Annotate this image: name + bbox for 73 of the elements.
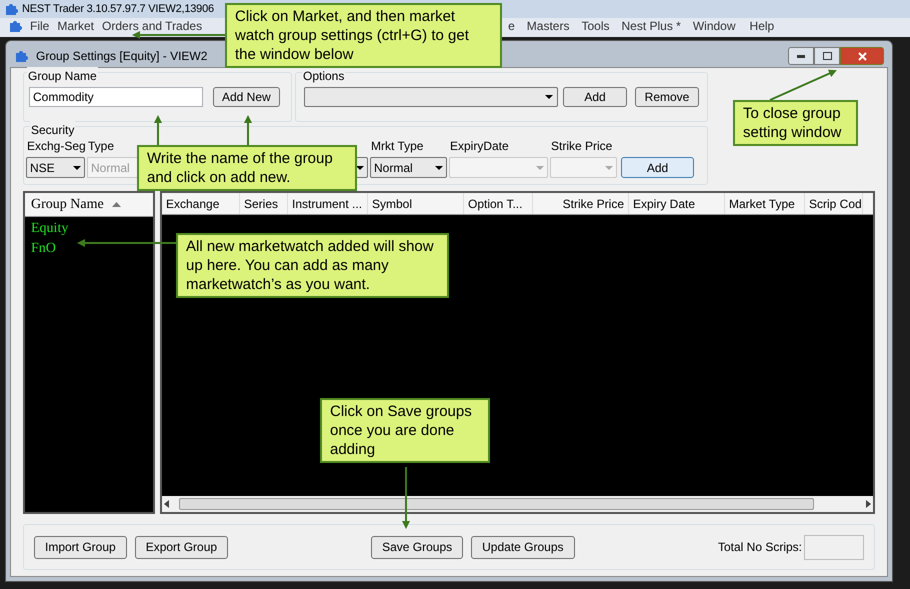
export-group-button[interactable]: Export Group (134, 536, 228, 558)
total-scrips-label: Total No Scrips: (718, 539, 802, 556)
field-label: ExpiryDate (449, 138, 510, 155)
field-label: Type (87, 138, 116, 155)
dropdown-arrow-icon (356, 166, 364, 170)
dropdown-field[interactable]: NSE (26, 157, 85, 178)
close-button[interactable] (840, 47, 884, 65)
add-new-button[interactable]: Add New (213, 87, 280, 107)
puzzle-icon (8, 19, 22, 33)
field-label: Strike Price (550, 138, 614, 155)
import-group-button[interactable]: Import Group (34, 536, 127, 558)
update-groups-button[interactable]: Update Groups (471, 536, 575, 558)
minimize-button[interactable] (788, 47, 814, 65)
column-header[interactable]: Exchange (162, 193, 240, 214)
scroll-left-icon (164, 500, 169, 508)
column-header[interactable]: Option T... (464, 193, 533, 214)
maximize-icon (822, 52, 832, 60)
dropdown-field[interactable]: Normal (370, 157, 447, 178)
column-header[interactable]: Market Type (725, 193, 805, 214)
sort-ascending-icon (112, 202, 121, 207)
dropdown-arrow-icon (605, 166, 613, 170)
menu-item[interactable]: File (30, 19, 50, 34)
callout-tooltip: Click on Save groups once you are done adding (320, 398, 490, 463)
callout-tooltip: To close group setting window (733, 100, 858, 146)
group-list-item[interactable]: Equity (31, 219, 68, 239)
group-list-item[interactable]: FnO (31, 239, 56, 259)
scrollbar-thumb[interactable] (179, 498, 814, 510)
column-header[interactable]: Instrument ... (288, 193, 368, 214)
remove-button[interactable]: Remove (635, 87, 699, 107)
column-header[interactable]: Symbol (368, 193, 464, 214)
column-header[interactable]: Expiry Date (629, 193, 725, 214)
options-dropdown[interactable] (304, 87, 558, 107)
arrow (244, 115, 252, 145)
menu-item[interactable]: Nest Plus * (621, 19, 681, 34)
column-header[interactable]: Series (240, 193, 288, 214)
field-label: Exchg-Seg (26, 138, 85, 155)
group-list-header[interactable]: Group Name (25, 193, 153, 217)
callout-tooltip: Click on Market, and then market watch group settings (ctrl+G) to get the window below (225, 3, 502, 68)
menu-item[interactable]: Tools (581, 19, 610, 34)
arrow (770, 70, 837, 101)
callout-tooltip: Write the name of the group and click on add new. (137, 145, 357, 191)
puzzle-icon (4, 2, 18, 16)
menu-item[interactable]: Window (692, 19, 736, 34)
menu-item[interactable]: Orders and Trades (102, 19, 202, 34)
field-label: Mrkt Type (370, 138, 424, 155)
dropdown-arrow-icon (435, 166, 443, 170)
group-name-field[interactable]: Commodity (29, 87, 203, 107)
total-scrips-field[interactable] (804, 534, 864, 560)
column-header[interactable]: Strike Price (533, 193, 629, 214)
puzzle-icon (14, 49, 28, 63)
window-title: Group Settings [Equity] - VIEW2 (36, 48, 208, 65)
dropdown-arrow-icon (536, 166, 544, 170)
menu-item[interactable]: e (508, 19, 515, 34)
dropdown-arrow-icon (73, 166, 81, 170)
callout-tooltip: All new marketwatch added will show up here. You can add as many marketwatch’s as you want. (176, 233, 449, 298)
scroll-right-icon (866, 500, 871, 508)
arrow (154, 115, 162, 145)
menu-item[interactable]: Masters (526, 19, 570, 34)
group-name-label: Group Name (27, 67, 98, 85)
maximize-button[interactable] (814, 47, 840, 65)
add-button[interactable]: Add (563, 87, 627, 107)
menu-item[interactable]: Help (750, 19, 774, 34)
add-button[interactable]: Add (621, 157, 694, 178)
minimize-icon (797, 54, 805, 58)
arrow (402, 467, 410, 529)
security-label: Security (30, 121, 76, 139)
close-icon (858, 52, 866, 60)
save-groups-button[interactable]: Save Groups (371, 536, 464, 558)
app-title: NEST Trader 3.10.57.97.7 VIEW2,13906 (22, 2, 214, 17)
menu-item[interactable]: Market (57, 19, 94, 34)
dropdown-arrow-icon (545, 95, 553, 99)
column-header[interactable]: Scrip Cod (805, 193, 863, 214)
horizontal-scrollbar[interactable] (162, 496, 873, 512)
